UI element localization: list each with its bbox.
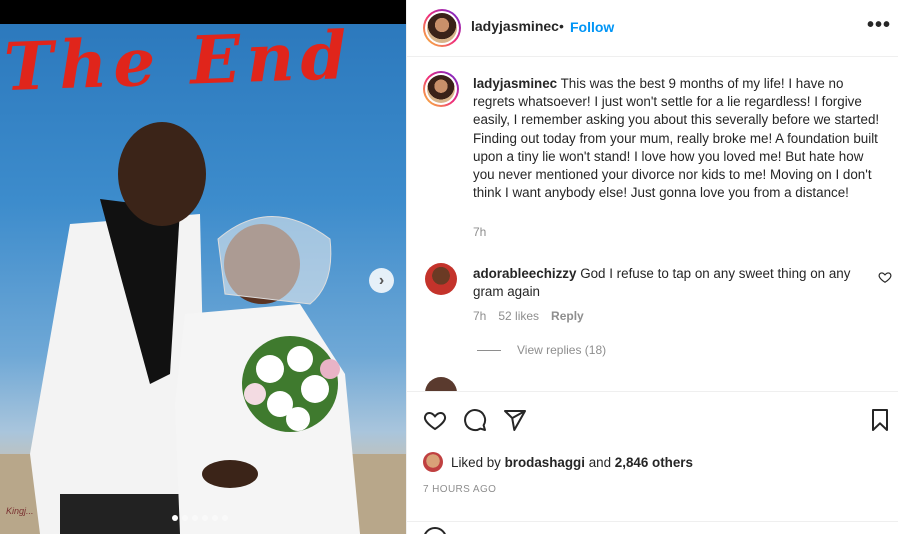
comment-text: adorableechizzy God I refuse to tap on a… (473, 265, 873, 301)
instagram-post-view: The End › Kingj... ladyjasminec • Follow… (0, 0, 898, 534)
post-media[interactable]: The End › Kingj... (0, 0, 406, 534)
post-actions: Liked by brodashaggi and 2,846 others 7 … (407, 391, 898, 521)
carousel-dots (172, 515, 228, 521)
liked-by-connector: and (588, 454, 612, 470)
view-replies-label: View replies (18) (517, 343, 607, 357)
next-comment-avatar[interactable] (425, 377, 457, 391)
likes-summary: Liked by brodashaggi and 2,846 others (423, 452, 693, 472)
liked-by-text: Liked by brodashaggi and 2,846 others (451, 455, 693, 470)
follow-button[interactable]: Follow (570, 19, 614, 35)
post-caption: ladyjasminec This was the best 9 months … (473, 75, 883, 202)
post-header: ladyjasminec • Follow ••• (407, 0, 898, 57)
comment-like-icon[interactable] (878, 270, 892, 284)
comment-meta: 7h 52 likes Reply (473, 309, 584, 323)
photo-watermark: Kingj... (6, 506, 34, 516)
post-side-panel: ladyjasminec • Follow ••• ladyjasminec T… (406, 0, 898, 534)
liker-username[interactable]: brodashaggi (505, 455, 585, 470)
carousel-dot (182, 515, 188, 521)
caption-avatar[interactable] (423, 71, 459, 107)
heart-icon[interactable] (423, 408, 447, 432)
author-username[interactable]: ladyjasminec (471, 18, 559, 34)
liker-avatar[interactable] (423, 452, 443, 472)
carousel-dot (222, 515, 228, 521)
overlay-text: The End (2, 15, 354, 107)
groom-hand (202, 460, 258, 488)
emoji-icon[interactable] (423, 527, 447, 534)
author-avatar[interactable] (423, 9, 461, 47)
comments-section[interactable]: ladyjasminec This was the best 9 months … (407, 57, 898, 391)
carousel-next-button[interactable]: › (369, 268, 394, 293)
caption-body: This was the best 9 months of my life! I… (473, 76, 880, 201)
replies-divider (477, 349, 501, 351)
view-replies-button[interactable]: View replies (18) (477, 343, 606, 357)
liked-by-prefix: Liked by (451, 454, 501, 470)
carousel-dot (172, 515, 178, 521)
caption-username[interactable]: ladyjasminec (473, 76, 557, 91)
comment-icon[interactable] (463, 408, 487, 432)
carousel-dot (212, 515, 218, 521)
comment-time[interactable]: 7h (473, 309, 486, 323)
share-icon[interactable] (503, 408, 527, 432)
more-options-icon[interactable]: ••• (867, 14, 891, 37)
chevron-right-icon: › (378, 271, 385, 289)
carousel-dot (202, 515, 208, 521)
groom-trousers (60, 494, 190, 534)
add-comment-bar[interactable] (407, 521, 898, 534)
carousel-dot (192, 515, 198, 521)
comment-username[interactable]: adorableechizzy (473, 266, 576, 281)
comment-likes[interactable]: 52 likes (498, 309, 539, 323)
others-count[interactable]: 2,846 others (615, 455, 693, 470)
bride-veil (217, 216, 332, 305)
post-timestamp[interactable]: 7 HOURS AGO (423, 484, 496, 495)
commenter-avatar[interactable] (425, 263, 457, 295)
bookmark-icon[interactable] (868, 408, 892, 432)
caption-timestamp[interactable]: 7h (473, 225, 486, 239)
groom-head (118, 122, 206, 226)
reply-button[interactable]: Reply (551, 309, 584, 323)
header-separator: • (559, 18, 564, 34)
